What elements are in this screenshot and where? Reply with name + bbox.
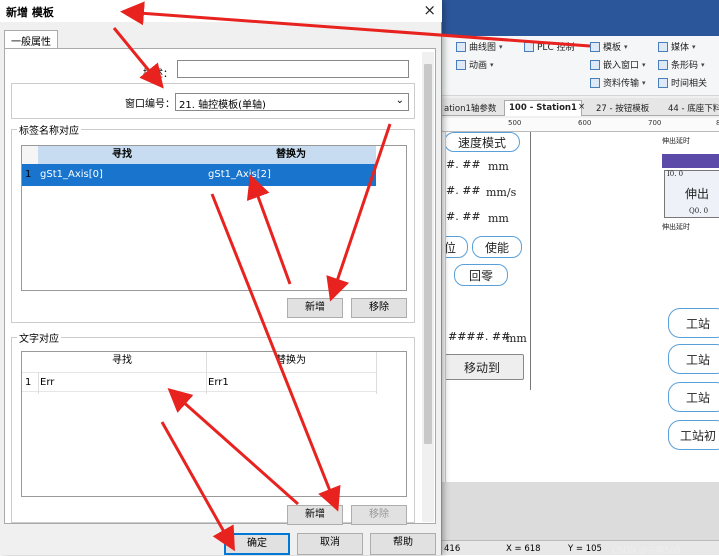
ruler-label: 500 (508, 119, 522, 127)
replace-cell[interactable]: Err1 (208, 377, 229, 388)
tag-table[interactable]: 寻找 替换为 1 gSt1_Axis[0] gSt1_Axis[2] (21, 145, 407, 291)
station-button[interactable]: 工站 (668, 344, 719, 374)
ruler-label: 600 (578, 119, 592, 127)
transfer-icon (590, 77, 600, 88)
cancel-button[interactable]: 取消 (297, 533, 363, 555)
speed-mode-button[interactable]: 速度模式 (446, 132, 520, 152)
q-label: Q0. 0 (689, 207, 709, 215)
scrollbar-thumb[interactable] (424, 64, 432, 444)
station-button[interactable]: 工站 (668, 382, 719, 412)
dialog-titlebar: 新增 模板 × (0, 0, 442, 22)
row-index: 1 (25, 169, 32, 180)
unit-label: mm/s (486, 186, 517, 199)
value-field: #. ## (446, 158, 481, 171)
window-label: 窗口编号： (125, 99, 175, 110)
header-bar (662, 154, 719, 168)
unit-label: mm (488, 160, 509, 173)
target-field: ####. ## (448, 330, 511, 343)
tag-col-find[interactable]: 寻找 (38, 146, 206, 164)
anim-button[interactable]: 动画 ▾ (456, 58, 494, 71)
status-value: 416 (444, 544, 461, 554)
dialog-title: 新增 模板 (6, 6, 54, 19)
tab-body: 描述： 窗口编号： 21. 轴控模板(单轴) ⌄ 标签名称对应 寻找 替换为 1… (4, 48, 436, 525)
media-icon (658, 41, 668, 52)
media-button[interactable]: 媒体 ▾ (658, 40, 696, 53)
desc-label: 描述： (143, 69, 173, 80)
position-button[interactable]: 位 (446, 236, 468, 258)
value-field: #. ## (446, 184, 481, 197)
curve-button[interactable]: 曲线图 ▾ (456, 40, 503, 53)
row-index: 1 (25, 377, 32, 388)
station-button[interactable]: 工站初 (668, 420, 719, 450)
template-icon (590, 41, 600, 52)
status-y: Y = 105 (568, 544, 602, 554)
stretch-delay-label: 伸出延时 (662, 137, 690, 145)
text-add-button[interactable]: 新增 (287, 505, 343, 525)
stretch-indicator[interactable]: I0. 0 伸出 Q0. 0 (664, 170, 719, 218)
enable-button[interactable]: 使能 (472, 236, 522, 258)
unit-label: mm (488, 212, 509, 225)
chevron-down-icon: ⌄ (395, 95, 404, 106)
canvas-margin (440, 482, 719, 540)
document-tabs: ation1轴参数 100 - Station1 × 27 - 按钮模板 44 … (440, 98, 719, 116)
time-button[interactable]: 时间相关 (658, 76, 707, 89)
text-table[interactable]: 寻找 替换为 1 Err Err1 (21, 351, 407, 497)
status-bar: 416 X = 618 Y = 105 CSDN @尖枫508 (440, 540, 719, 556)
tab-base-unload[interactable]: 44 - 底座下料 (664, 100, 719, 116)
table-row[interactable]: 1 gSt1_Axis[0] gSt1_Axis[2] (22, 164, 376, 186)
value-field: #. ## (446, 210, 481, 223)
tag-col-replace[interactable]: 替换为 (206, 146, 376, 164)
tag-add-button[interactable]: 新增 (287, 298, 343, 318)
find-cell[interactable]: gSt1_Axis[0] (40, 169, 103, 180)
app-titlebar (440, 0, 719, 36)
barcode-icon (658, 59, 668, 70)
text-remove-button: 移除 (351, 505, 407, 525)
move-to-button[interactable]: 移动到 (446, 354, 524, 380)
data-transfer-button[interactable]: 资料传输 ▾ (590, 76, 646, 89)
clock-icon (658, 77, 668, 88)
stretch-label: 伸出 (685, 187, 710, 201)
tab-general[interactable]: 一般属性 (4, 30, 58, 48)
find-cell[interactable]: Err (40, 377, 54, 388)
ruler: 500 600 700 800 (440, 118, 719, 132)
tab-station1[interactable]: 100 - Station1 (504, 100, 582, 116)
close-tab-icon[interactable]: × (574, 100, 589, 116)
watermark: CSDN @尖枫508 (612, 546, 681, 556)
tag-group-title: 标签名称对应 (17, 122, 81, 137)
curve-icon (456, 41, 466, 52)
text-group-title: 文字对应 (17, 330, 61, 345)
tag-remove-button[interactable]: 移除 (351, 298, 407, 318)
embed-icon (590, 59, 600, 70)
help-button[interactable]: 帮助 (370, 533, 436, 555)
plc-icon (524, 41, 534, 52)
home-button[interactable]: 回零 (454, 264, 508, 286)
status-x: X = 618 (506, 544, 541, 554)
embed-button[interactable]: 嵌入窗口 ▾ (590, 58, 646, 71)
panel-divider (530, 132, 531, 390)
desc-input[interactable] (177, 60, 409, 78)
station-button[interactable]: 工站 (668, 308, 719, 338)
replace-cell[interactable]: gSt1_Axis[2] (208, 169, 271, 180)
ribbon: 曲线图 ▾ PLC 控制 模板 ▾ 媒体 ▾ 动画 ▾ 嵌入窗口 ▾ 条形码 ▾ 资料传输 ▾… (440, 36, 719, 96)
new-template-dialog: 新增 模板 × 一般属性 描述： 窗口编号： 21. 轴控模板(单轴) ⌄ 标签… (0, 0, 442, 555)
table-row[interactable]: 1 Err Err1 (22, 372, 376, 392)
text-col-replace[interactable]: 替换为 (206, 352, 376, 370)
close-icon[interactable]: × (423, 1, 436, 19)
text-col-find[interactable]: 寻找 (38, 352, 206, 370)
ruler-label: 700 (648, 119, 662, 127)
window-select-value: 21. 轴控模板(单轴) (179, 100, 266, 111)
plc-button[interactable]: PLC 控制 (524, 40, 575, 53)
stretch-delay-label: 伸出延时 (662, 223, 690, 231)
io-label: I0. 0 (667, 170, 684, 178)
tab-button-template[interactable]: 27 - 按钮模板 (592, 100, 653, 116)
ok-button[interactable]: 确定 (224, 533, 290, 555)
animation-icon (456, 59, 466, 70)
tab-axis-params[interactable]: ation1轴参数 (440, 100, 500, 116)
barcode-button[interactable]: 条形码 ▾ (658, 58, 705, 71)
unit-label: mm (506, 332, 527, 345)
window-select[interactable]: 21. 轴控模板(单轴) ⌄ (175, 93, 409, 111)
template-button[interactable]: 模板 ▾ (590, 40, 628, 53)
design-canvas[interactable]: 速度模式 #. ## mm #. ## mm/s #. ## mm 位 使能 回… (446, 132, 719, 482)
